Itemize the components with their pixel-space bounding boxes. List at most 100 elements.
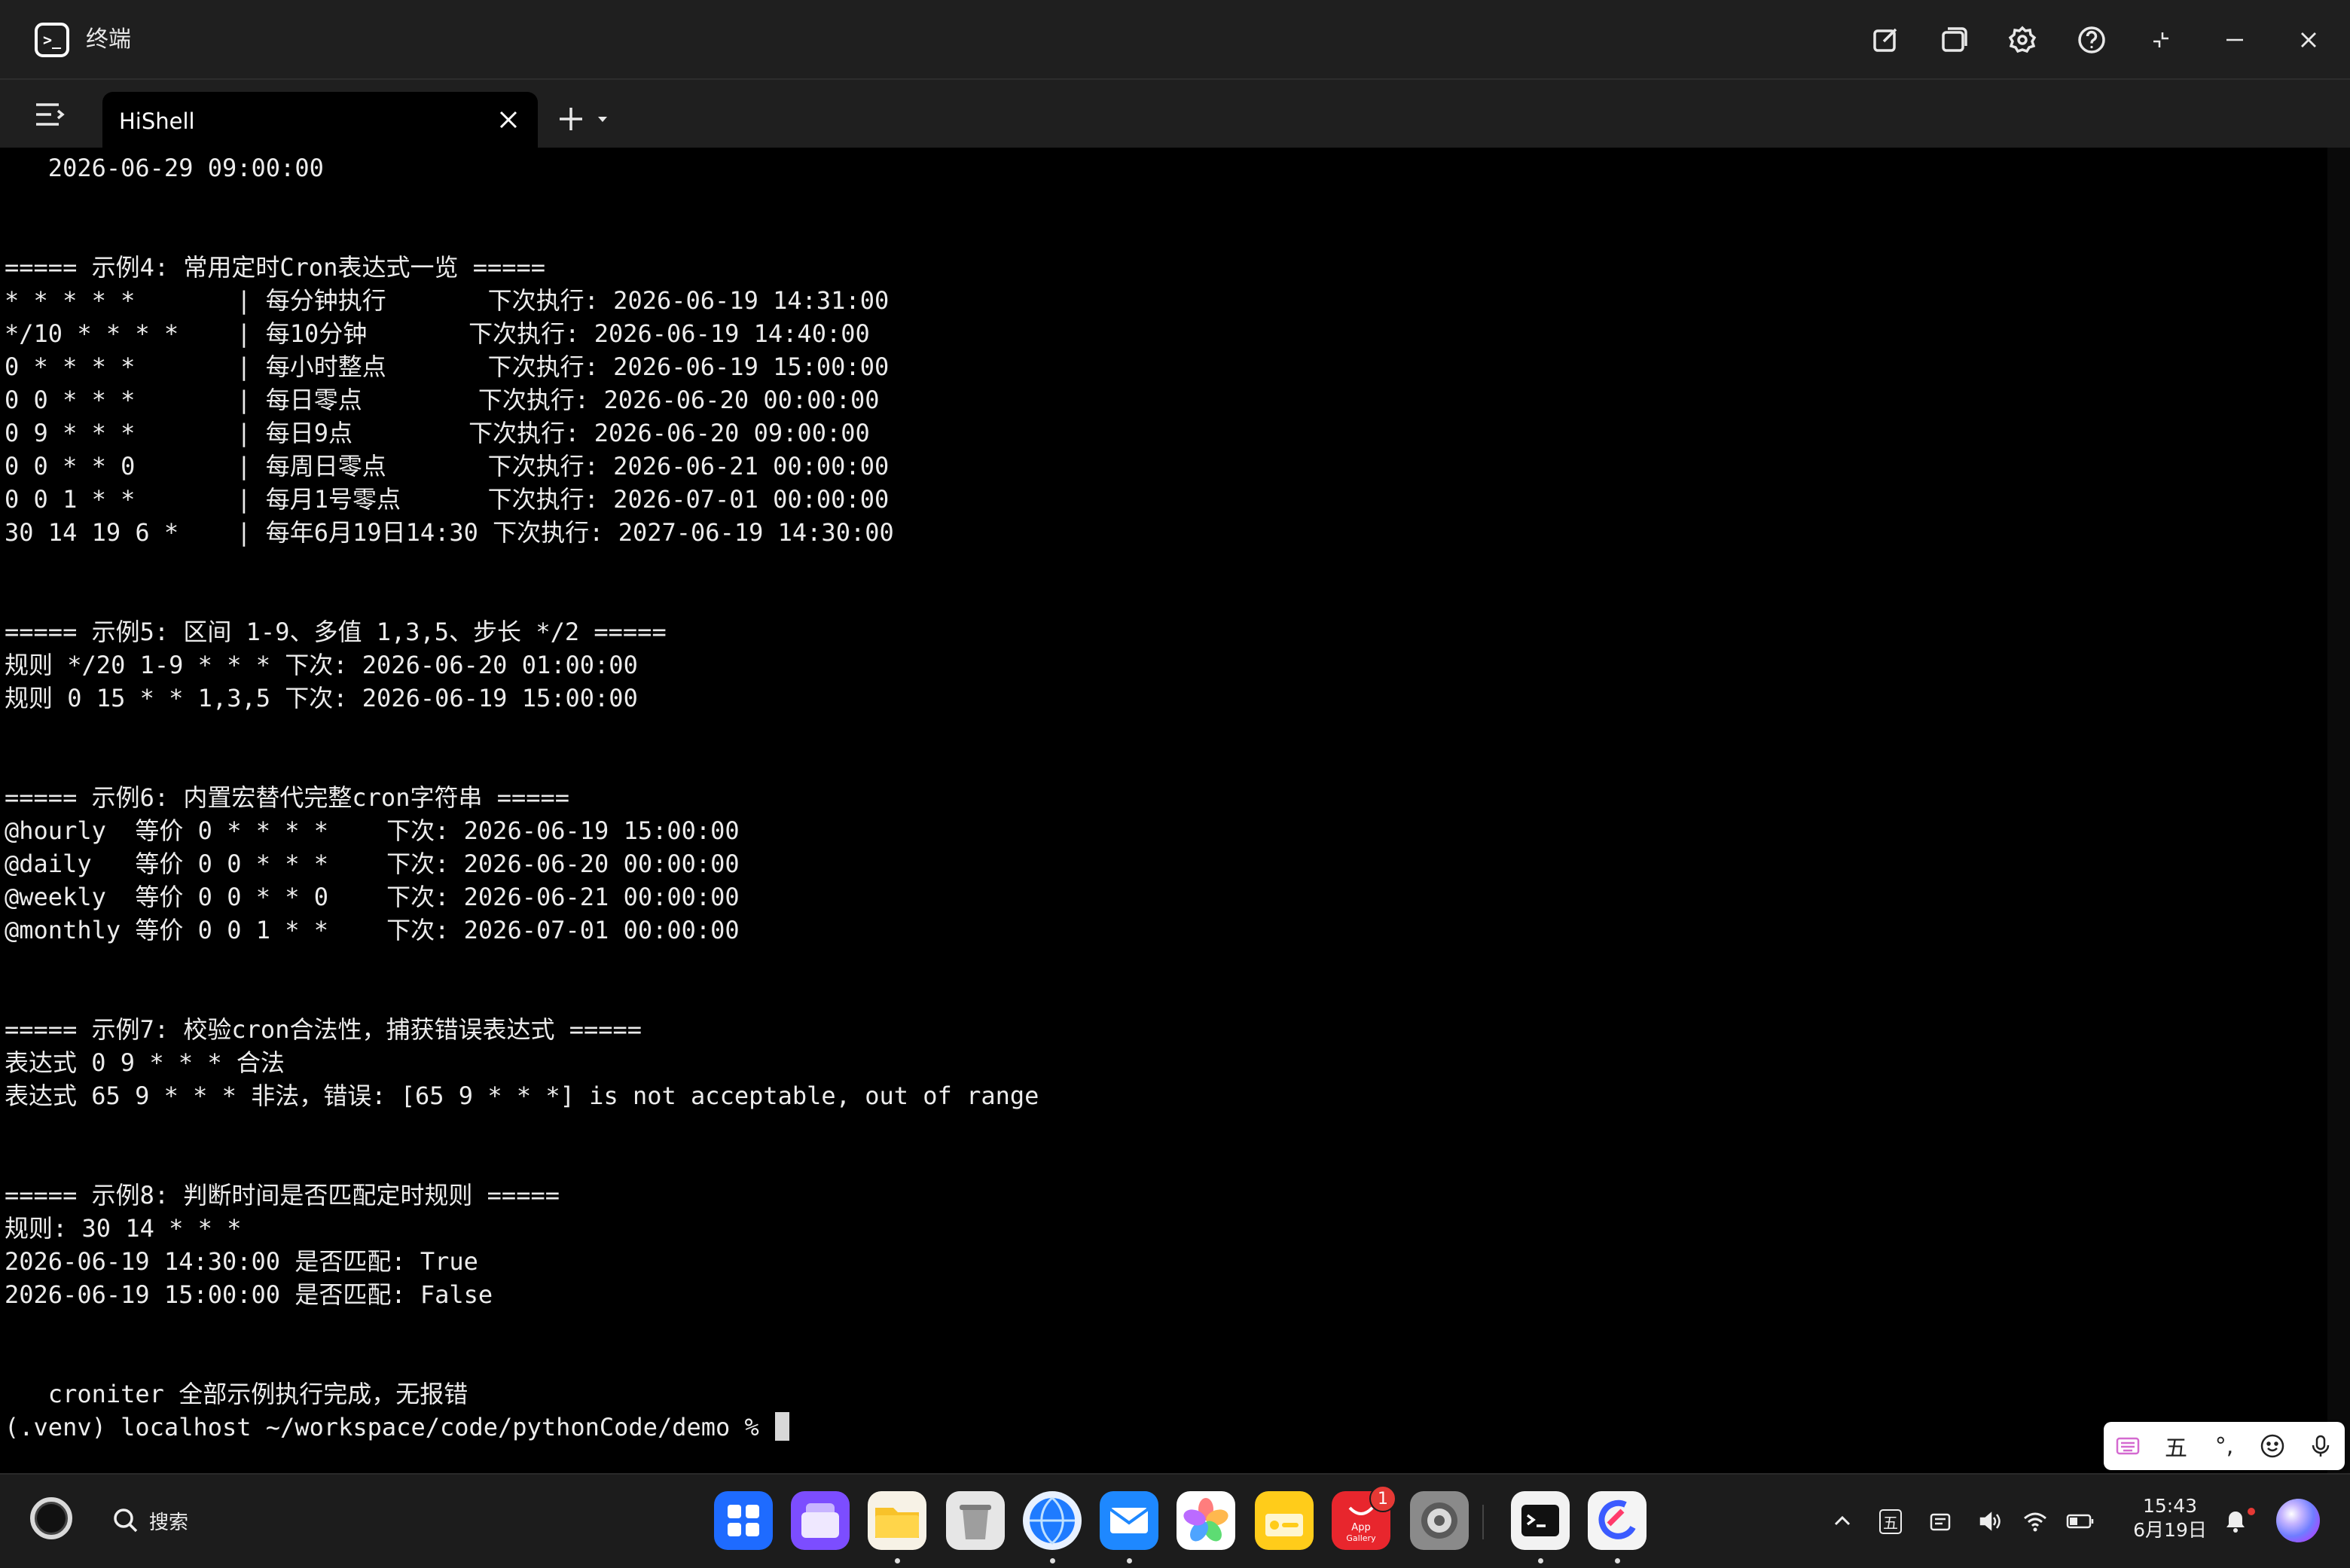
terminal-area[interactable]: 2026-06-29 09:00:00 ===== 示例4: 常用定时Cron表… [0,148,2327,1473]
terminal-line: @monthly 等价 0 0 1 * * 下次: 2026-07-01 00:… [5,916,740,944]
terminal-line: croniter 全部示例执行完成，无报错 [47,1380,468,1408]
running-indicator [1050,1558,1055,1563]
running-indicator [1615,1558,1620,1563]
minimize-button[interactable] [2216,21,2254,59]
terminal-line: ===== 示例8: 判断时间是否匹配定时规则 ===== [5,1181,560,1210]
dock-app-terminal[interactable] [1511,1491,1570,1563]
ime-punctuation-toggle[interactable]: °, [2203,1425,2245,1467]
new-tab-button[interactable] [556,104,619,134]
terminal-line: */10 * * * * | 每10分钟 下次执行: 2026-06-19 14… [5,319,870,348]
menu-icon[interactable] [33,98,66,131]
dock-app-settings[interactable] [1410,1491,1469,1553]
terminal-line: @hourly 等价 0 * * * * 下次: 2026-06-19 15:0… [5,816,740,845]
scrollbar[interactable] [2327,148,2350,1473]
taskbar: 搜索 App Gallery 1 五 15:43 6月19日 [0,1473,2350,1568]
ime-keyboard-icon[interactable] [2107,1425,2149,1467]
terminal-line: 表达式 65 9 * * * 非法，错误: [65 9 * * *] is no… [5,1081,1039,1110]
editor-icon [1588,1491,1647,1553]
ime-indicator[interactable]: 五 [1874,1505,1907,1538]
minimize-icon [2226,38,2243,41]
clock[interactable]: 15:43 6月19日 [2129,1494,2211,1542]
clock-date: 6月19日 [2133,1519,2207,1541]
window-switch-button[interactable] [1936,21,1973,59]
terminal-line: ===== 示例5: 区间 1-9、多值 1,3,5、步长 */2 ===== [5,618,667,646]
help-button[interactable] [2073,21,2110,59]
terminal-line: 2026-06-19 15:00:00 是否匹配: False [5,1280,493,1309]
plus-icon [560,108,582,130]
terminal-line: 0 0 1 * * | 每月1号零点 下次执行: 2026-07-01 00:0… [5,485,890,514]
running-indicator [1127,1558,1132,1563]
dock-app-app-gallery[interactable]: App Gallery 1 [1332,1485,1396,1551]
close-tab-icon[interactable] [496,107,521,133]
search-button[interactable]: 搜索 [111,1502,188,1539]
terminal-line: 30 14 19 6 * | 每年6月19日14:30 下次执行: 2027-0… [5,518,894,547]
svg-text:App: App [1351,1522,1370,1533]
terminal-icon [1511,1491,1570,1553]
terminal-line: 表达式 0 9 * * * 合法 [5,1048,285,1077]
assistant-button[interactable] [2276,1499,2320,1542]
tray-expand-icon[interactable] [1826,1505,1859,1538]
terminal-line: ===== 示例6: 内置宏替代完整cron字符串 ===== [5,783,570,812]
tab-hishell[interactable]: HiShell [102,92,538,148]
notification-dot [2248,1508,2255,1515]
dock-app-gallery[interactable] [1177,1491,1235,1553]
running-indicator [1538,1558,1543,1563]
window-title: 终端 [86,26,131,53]
dropdown-arrow-icon[interactable] [595,111,610,127]
volume-icon[interactable] [1973,1505,2007,1538]
ime-mode-toggle[interactable]: 五 [2155,1425,2197,1467]
terminal-line: @daily 等价 0 0 * * * 下次: 2026-06-20 00:00… [5,850,740,878]
dock-app-mail[interactable] [1100,1491,1158,1563]
flower-icon [1177,1491,1235,1553]
windows-icon [1942,27,1967,52]
dock-app-code-editor[interactable] [1588,1491,1647,1563]
terminal-line: 2026-06-19 14:30:00 是否匹配: True [5,1247,478,1276]
globe-icon [1023,1491,1082,1553]
clock-time: 15:43 [2142,1495,2198,1517]
terminal-line: 2026-06-29 09:00:00 [47,154,324,182]
emoji-icon[interactable] [2251,1425,2294,1467]
notification-badge: 1 [1369,1485,1396,1512]
ime-toolbar: 五 °, [2104,1422,2345,1470]
gear-icon [1410,1491,1469,1553]
terminal-line: 0 0 * * 0 | 每周日零点 下次执行: 2026-06-21 00:00… [5,452,890,480]
terminal-line: 规则 */20 1-9 * * * 下次: 2026-06-20 01:00:0… [5,651,638,679]
close-window-button[interactable] [2290,21,2327,59]
terminal-line: 0 9 * * * | 每日9点 下次执行: 2026-06-20 09:00:… [5,419,870,447]
edit-button[interactable] [1866,21,1904,59]
start-button[interactable] [30,1497,72,1539]
terminal-line: 0 * * * * | 每小时整点 下次执行: 2026-06-19 15:00… [5,352,890,381]
stack-icon [791,1491,850,1553]
terminal-line: * * * * * | 每分钟执行 下次执行: 2026-06-19 14:31… [5,286,890,315]
settings-button[interactable] [2004,21,2041,59]
mail-icon [1100,1491,1158,1553]
grid-icon [714,1491,773,1553]
terminal-line: ===== 示例7: 校验cron合法性，捕获错误表达式 ===== [5,1015,642,1044]
dock-app-recycle-bin[interactable] [946,1491,1005,1551]
dock-divider [1482,1505,1484,1539]
folder-icon [868,1491,926,1553]
terminal-line: 规则 0 15 * * 1,3,5 下次: 2026-06-19 15:00:0… [5,684,638,712]
battery-icon[interactable] [2064,1505,2097,1538]
microphone-icon[interactable] [2300,1425,2342,1467]
help-icon [2078,26,2105,53]
terminal-cursor [775,1412,790,1441]
notes-icon [1255,1491,1314,1553]
ime-indicator-label: 五 [1879,1509,1902,1534]
edit-icon [1873,28,1897,52]
clipboard-icon[interactable] [1924,1505,1957,1538]
wifi-icon[interactable] [2019,1505,2052,1538]
dock-app-files[interactable] [868,1491,926,1563]
terminal-line: ===== 示例4: 常用定时Cron表达式一览 ===== [5,253,546,282]
terminal-line: 0 0 * * * | 每日零点 下次执行: 2026-06-20 00:00:… [5,386,880,414]
terminal-output: 2026-06-29 09:00:00 ===== 示例4: 常用定时Cron表… [5,151,1039,1444]
running-indicator [895,1558,900,1563]
dock-app-multitask[interactable] [791,1491,850,1553]
tab-label: HiShell [119,108,195,134]
dock-app-launcher[interactable] [714,1491,773,1553]
terminal-line: @weekly 等价 0 0 * * 0 下次: 2026-06-21 00:0… [5,883,740,911]
close-icon [2301,32,2316,47]
dock-app-notes[interactable] [1255,1491,1314,1553]
restore-button[interactable] [2142,21,2180,59]
dock-app-browser[interactable] [1023,1491,1082,1563]
